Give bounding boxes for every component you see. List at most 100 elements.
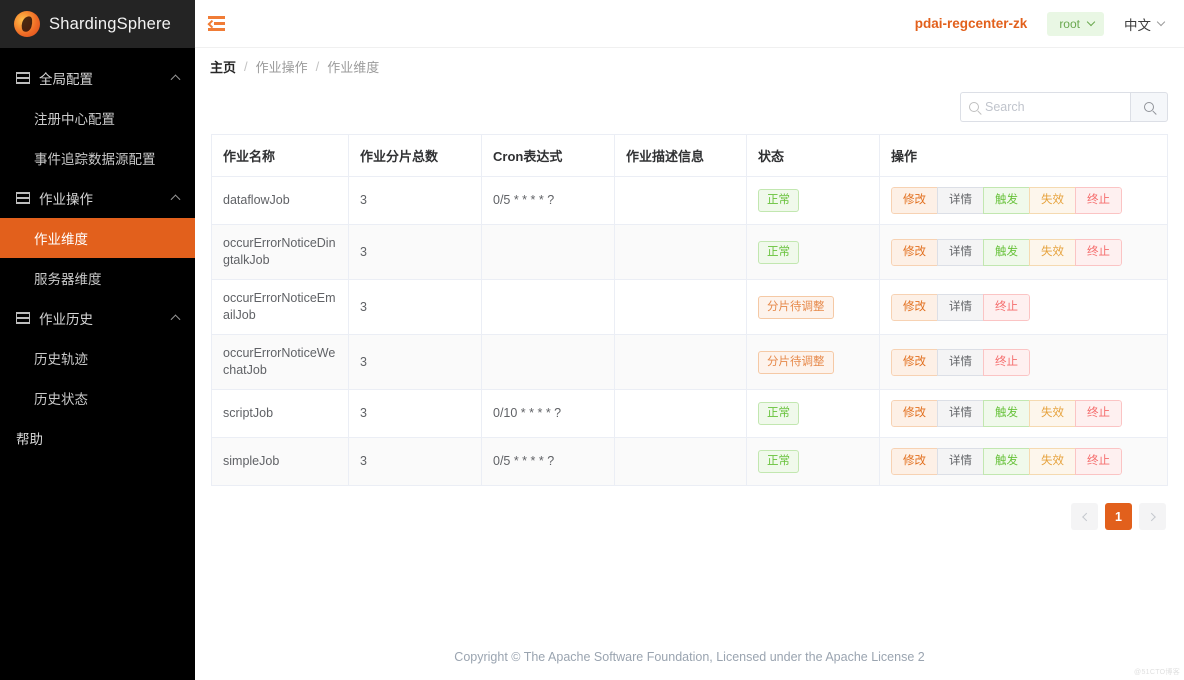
- jobs-table: 作业名称作业分片总数Cron表达式作业描述信息状态操作 dataflowJob3…: [211, 134, 1168, 486]
- cell-operations: 修改详情终止: [880, 335, 1168, 390]
- cell-description: [615, 335, 747, 390]
- action-button-stop[interactable]: 终止: [1075, 448, 1122, 475]
- action-button-stop[interactable]: 终止: [1075, 239, 1122, 266]
- cell-job-name: simpleJob: [212, 438, 349, 486]
- sidebar-item-1-1[interactable]: 服务器维度: [0, 258, 195, 298]
- sidebar-item-2-0[interactable]: 历史轨迹: [0, 338, 195, 378]
- chevron-down-icon: [1087, 17, 1095, 25]
- footer-copyright: Copyright © The Apache Software Foundati…: [195, 650, 1184, 680]
- sidebar-group-1[interactable]: 作业操作: [0, 178, 195, 218]
- cell-job-name: occurErrorNoticeWechatJob: [212, 335, 349, 390]
- main-area: pdai-regcenter-zk root 中文 主页 / 作业操作 / 作业…: [195, 0, 1184, 680]
- action-button-edit[interactable]: 修改: [891, 448, 938, 475]
- action-button-disable[interactable]: 失效: [1029, 400, 1076, 427]
- sidebar-group-2[interactable]: 作业历史: [0, 298, 195, 338]
- shardingsphere-logo-icon: [14, 11, 40, 37]
- action-button-disable[interactable]: 失效: [1029, 448, 1076, 475]
- menu-list-icon: [16, 72, 30, 84]
- search-icon: [969, 102, 979, 112]
- action-button-disable[interactable]: 失效: [1029, 239, 1076, 266]
- user-role-label: root: [1059, 17, 1080, 31]
- action-button-edit[interactable]: 修改: [891, 239, 938, 266]
- action-button-detail[interactable]: 详情: [937, 187, 984, 214]
- cell-description: [615, 225, 747, 280]
- top-bar: pdai-regcenter-zk root 中文: [195, 0, 1184, 48]
- chevron-up-icon: [171, 74, 181, 84]
- search-input[interactable]: [985, 100, 1122, 114]
- action-button-edit[interactable]: 修改: [891, 187, 938, 214]
- action-button-trig[interactable]: 触发: [983, 187, 1030, 214]
- column-header-1: 作业分片总数: [349, 135, 482, 177]
- search-box[interactable]: [960, 92, 1130, 122]
- cell-operations: 修改详情触发失效终止: [880, 177, 1168, 225]
- cell-cron: [482, 280, 615, 335]
- chevron-up-icon: [171, 194, 181, 204]
- cell-description: [615, 280, 747, 335]
- action-button-detail[interactable]: 详情: [937, 400, 984, 427]
- action-button-trig[interactable]: 触发: [983, 239, 1030, 266]
- column-header-4: 状态: [747, 135, 880, 177]
- table-row: dataflowJob30/5 * * * * ?正常修改详情触发失效终止: [212, 177, 1168, 225]
- action-button-stop[interactable]: 终止: [1075, 400, 1122, 427]
- sidebar-item-0-0[interactable]: 注册中心配置: [0, 98, 195, 138]
- pagination-next-button[interactable]: [1139, 503, 1166, 530]
- status-badge: 分片待调整: [758, 351, 834, 374]
- cell-shard-count: 3: [349, 390, 482, 438]
- content-area: 作业名称作业分片总数Cron表达式作业描述信息状态操作 dataflowJob3…: [195, 84, 1184, 680]
- column-header-0: 作业名称: [212, 135, 349, 177]
- action-button-edit[interactable]: 修改: [891, 400, 938, 427]
- status-badge: 分片待调整: [758, 296, 834, 319]
- action-button-stop[interactable]: 终止: [983, 349, 1030, 376]
- table-row: scriptJob30/10 * * * * ?正常修改详情触发失效终止: [212, 390, 1168, 438]
- pagination-page-1[interactable]: 1: [1105, 503, 1132, 530]
- action-button-edit[interactable]: 修改: [891, 294, 938, 321]
- action-button-detail[interactable]: 详情: [937, 294, 984, 321]
- action-button-detail[interactable]: 详情: [937, 448, 984, 475]
- brand-logo[interactable]: ShardingSphere: [0, 0, 195, 48]
- cell-status: 正常: [747, 225, 880, 280]
- cell-description: [615, 390, 747, 438]
- cell-job-name: scriptJob: [212, 390, 349, 438]
- action-button-stop[interactable]: 终止: [1075, 187, 1122, 214]
- sidebar-group-0[interactable]: 全局配置: [0, 58, 195, 98]
- chevron-right-icon: [1147, 512, 1155, 520]
- action-button-detail[interactable]: 详情: [937, 349, 984, 376]
- action-button-detail[interactable]: 详情: [937, 239, 984, 266]
- action-button-stop[interactable]: 终止: [983, 294, 1030, 321]
- search-icon: [1144, 102, 1154, 112]
- status-badge: 正常: [758, 189, 799, 212]
- sidebar-item-1-0[interactable]: 作业维度: [0, 218, 195, 258]
- cell-description: [615, 438, 747, 486]
- status-badge: 正常: [758, 241, 799, 264]
- cell-cron: [482, 225, 615, 280]
- action-button-group: 修改详情触发失效终止: [891, 239, 1122, 266]
- sidebar-item-help[interactable]: 帮助: [0, 418, 195, 458]
- cell-cron: 0/5 * * * * ?: [482, 438, 615, 486]
- cell-operations: 修改详情终止: [880, 280, 1168, 335]
- search-button[interactable]: [1130, 92, 1168, 122]
- language-dropdown[interactable]: 中文: [1124, 14, 1164, 34]
- registry-center-name[interactable]: pdai-regcenter-zk: [915, 16, 1028, 31]
- sidebar-item-2-1[interactable]: 历史状态: [0, 378, 195, 418]
- column-header-2: Cron表达式: [482, 135, 615, 177]
- action-button-disable[interactable]: 失效: [1029, 187, 1076, 214]
- action-button-trig[interactable]: 触发: [983, 448, 1030, 475]
- menu-list-icon: [16, 192, 30, 204]
- pagination-prev-button[interactable]: [1071, 503, 1098, 530]
- table-row: simpleJob30/5 * * * * ?正常修改详情触发失效终止: [212, 438, 1168, 486]
- breadcrumb-level1[interactable]: 作业操作: [256, 57, 308, 76]
- menu-fold-icon[interactable]: [208, 16, 225, 31]
- sidebar-group-label: 作业操作: [39, 188, 93, 208]
- cell-cron: 0/5 * * * * ?: [482, 177, 615, 225]
- pagination: 1: [211, 486, 1168, 530]
- action-button-group: 修改详情终止: [891, 349, 1030, 376]
- breadcrumb-separator: /: [244, 59, 248, 74]
- language-label: 中文: [1124, 14, 1151, 34]
- sidebar-item-0-1[interactable]: 事件追踪数据源配置: [0, 138, 195, 178]
- user-role-dropdown[interactable]: root: [1047, 12, 1104, 36]
- action-button-trig[interactable]: 触发: [983, 400, 1030, 427]
- action-button-edit[interactable]: 修改: [891, 349, 938, 376]
- topbar-right: pdai-regcenter-zk root 中文: [915, 12, 1164, 36]
- breadcrumb-home[interactable]: 主页: [210, 57, 236, 76]
- cell-status: 分片待调整: [747, 280, 880, 335]
